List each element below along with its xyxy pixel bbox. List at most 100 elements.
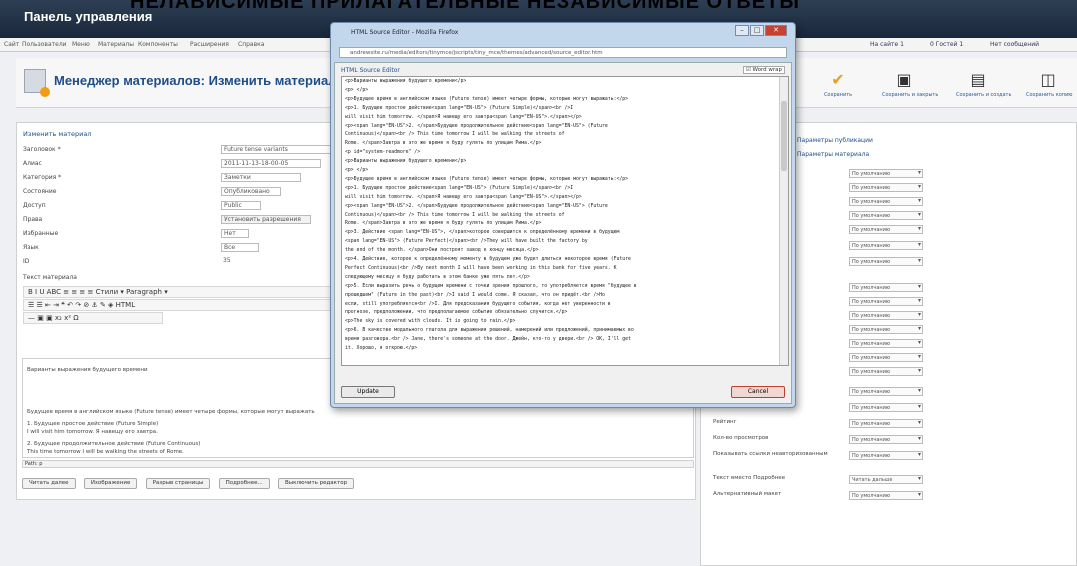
source-code-line: <p>The sky is covered with clouds. It is… [345,319,516,325]
option-select[interactable]: По умолчанию [849,353,923,362]
source-code-line: <p>5. Если выразить речь о будущем време… [345,283,637,289]
editor-line: Варианты выражения будущего времени [27,367,148,373]
more-button[interactable]: Подробнее... [218,478,270,489]
panel-subtitle[interactable]: Параметры материала [797,151,869,158]
option-select[interactable]: По умолчанию [849,311,923,320]
option-row: Показывать ссылки неавторизованным По умо… [713,451,1073,461]
option-select[interactable]: По умолчанию [849,197,923,206]
field-featured: Избранные Нет [23,229,343,239]
featured-select[interactable]: Нет [221,229,249,238]
option-select[interactable]: По умолчанию [849,257,923,266]
editor-toolbar-2[interactable]: ☰ ☰ ⇤ ⇥ ❝ ↶ ↷ ⊘ ⚓ ✎ ◈ HTML [23,299,353,311]
image-button[interactable]: Изображение [83,478,138,489]
field-language: Язык Все [23,243,343,253]
option-select[interactable]: По умолчанию [849,183,923,192]
form-legend: Изменить материал [23,130,92,138]
option-row: Кол-во просмотров По умолчанию [713,435,1073,445]
menu-site[interactable]: Сайт [4,41,19,48]
option-select[interactable]: По умолчанию [849,491,923,500]
option-select[interactable]: По умолчанию [849,339,923,348]
source-code-line: <p>1. Будущее простое действие<span lang… [345,185,574,191]
option-select[interactable]: По умолчанию [849,435,923,444]
window-title: HTML Source Editor - Mozilla Firefox [351,29,459,36]
maximize-icon[interactable]: □ [750,25,764,36]
save-close-icon: ▣ [896,70,912,89]
option-select[interactable]: По умолчанию [849,297,923,306]
title-input[interactable]: Future tense variants [221,145,341,154]
menu-help[interactable]: Справка [238,41,264,48]
status-online[interactable]: На сайте 1 [870,41,904,48]
option-select[interactable]: По умолчанию [849,169,923,178]
status-messages[interactable]: Нет сообщений [990,41,1039,48]
source-code-line: Rome. </span>Завтра в это же время я буд… [345,141,542,147]
source-code-line: <p><span lang="EN-US">2. </span>Будущее … [345,203,608,209]
editor-line: This time tomorrow I will be walking the… [27,449,184,455]
check-icon: ✔ [831,70,845,89]
option-select[interactable]: По умолчанию [849,451,923,460]
option-label: Показывать ссылки неавторизованным [713,451,828,457]
window-controls: – □ ✕ [734,25,787,37]
permissions-button[interactable]: Установить разрешения [221,215,311,224]
scrollbar[interactable] [779,77,788,365]
editor-path: Path: p [22,460,694,468]
save-copy-button[interactable]: ◫ Сохранить копию [1026,70,1073,98]
save-button[interactable]: ✔ Сохранить [816,70,860,98]
option-select[interactable]: По умолчанию [849,225,923,234]
panel-title[interactable]: Параметры публикации [797,137,873,144]
source-code-line: <span lang="EN-US"> (Future Perfect)</sp… [345,239,588,245]
menu-components[interactable]: Компоненты [138,41,178,48]
option-select[interactable]: По умолчанию [849,283,923,292]
option-select[interactable]: По умолчанию [849,211,923,220]
word-wrap-checkbox[interactable]: ☑ Word wrap [742,66,785,74]
readmore-button[interactable]: Читать далее [22,478,76,489]
field-id: ID 35 [23,257,231,265]
editor-line: Будущее время в английском языке (Future… [27,409,315,415]
option-select[interactable]: По умолчанию [849,403,923,412]
language-select[interactable]: Все [221,243,259,252]
source-code-line: <p>Варианты выражения будущего времени</… [345,79,467,84]
state-select[interactable]: Опубликовано [221,187,281,196]
admin-title: Панель управления [24,9,153,24]
option-select[interactable]: По умолчанию [849,387,923,396]
editor-toolbar-1[interactable]: B I U ABC ≡ ≡ ≡ ≡ Стили ▾ Paragraph ▾ [23,286,353,298]
field-alias: Алиас 2011-11-13-18-00-05 [23,159,343,169]
editor-toolbar-3[interactable]: — ▣ ▣ x₂ x² Ω [23,312,163,324]
source-code-line: will visit him tomorrow. </span>Я навещу… [345,194,582,200]
source-code-textarea[interactable]: <p>Варианты выражения будущего времени</… [341,76,789,366]
save-new-icon: ▤ [970,70,986,89]
source-code-line: <p id="system-readmore" /> [345,150,421,156]
save-close-button[interactable]: ▣ Сохранить и закрыть [882,70,938,98]
update-button[interactable]: Update [341,386,395,398]
source-code-line: Continuous)</span><br /> This time tomor… [345,212,565,218]
menu-menus[interactable]: Меню [72,41,90,48]
save-new-button[interactable]: ▤ Сохранить и создать [956,70,1011,98]
overlay-headline: НЕЛАВИСИМЫЕ ПРИЛАГАТЕЛЬНЫЕ НЕЗАВИСИМЫЕ О… [130,0,800,13]
id-value: 35 [223,257,231,264]
access-select[interactable]: Public [221,201,261,210]
close-icon[interactable]: ✕ [765,25,787,36]
editor-label-row: Текст материала [23,273,343,283]
category-select[interactable]: Заметки [221,173,301,182]
option-select[interactable]: По умолчанию [849,419,923,428]
pagebreak-button[interactable]: Разрыв страницы [145,478,211,489]
option-select[interactable]: По умолчанию [849,367,923,376]
alias-input[interactable]: 2011-11-13-18-00-05 [221,159,321,168]
option-select[interactable]: Читать дальше [849,475,923,484]
menu-content[interactable]: Материалы [98,41,134,48]
cancel-button[interactable]: Cancel [731,386,785,398]
source-code-line: <p>3. Действие <span lang="EN-US">, </sp… [345,230,620,236]
source-code-line: время разговора.<br /> Jane, there's som… [345,337,631,343]
option-select[interactable]: По умолчанию [849,325,923,334]
status-guests[interactable]: 0 Гостей 1 [930,41,963,48]
menu-extensions[interactable]: Расширения [190,41,229,48]
minimize-icon[interactable]: – [735,25,749,36]
toggle-editor-button[interactable]: Выключить редактор [278,478,355,489]
menu-users[interactable]: Пользователи [22,41,67,48]
option-select[interactable]: По умолчанию [849,241,923,250]
url-bar[interactable]: andrewsite.ru/media/editors/tinymce/jscr… [339,47,787,58]
scrollbar-thumb[interactable] [781,101,787,171]
option-row: Альтернативный макет По умолчанию [713,491,1073,501]
editor-label: Текст материала [23,274,77,281]
editor-line: 1. Будущее простое действие (Future Simp… [27,421,159,427]
source-editor-header: HTML Source Editor [341,67,400,74]
